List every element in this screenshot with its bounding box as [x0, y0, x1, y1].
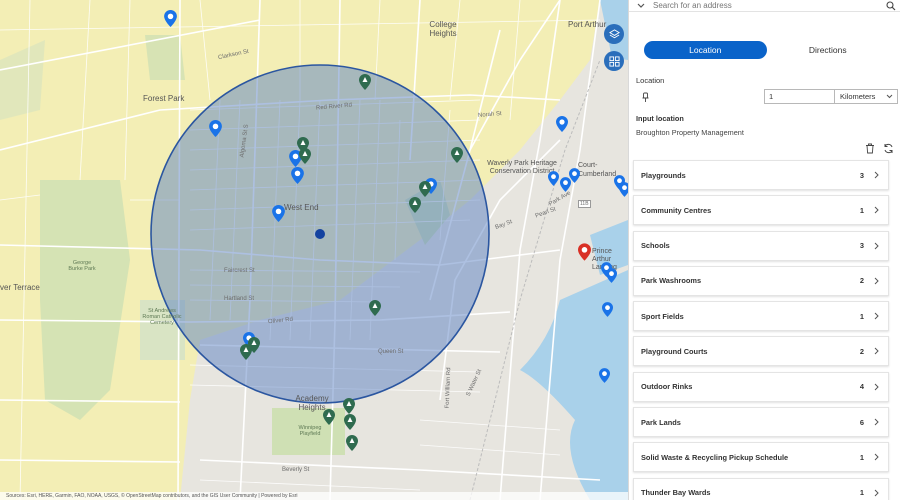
chevron-right-icon	[864, 242, 888, 250]
chevron-right-icon	[864, 418, 888, 426]
layers-button[interactable]	[604, 24, 624, 44]
unit-select[interactable]: Kilometers	[834, 89, 898, 104]
result-row-community-centres[interactable]: Community Centres 1	[633, 195, 889, 226]
tab-directions[interactable]: Directions	[767, 41, 890, 59]
search-icon	[886, 0, 896, 10]
tab-location[interactable]: Location	[644, 41, 767, 59]
grid-icon	[608, 55, 620, 67]
chevron-right-icon	[864, 453, 888, 461]
pick-location-button[interactable]	[641, 90, 650, 108]
unit-value: Kilometers	[840, 92, 876, 101]
trash-icon	[866, 143, 874, 154]
result-name: Schools	[641, 241, 670, 251]
pushpin-icon	[642, 92, 649, 102]
result-name: Park Lands	[641, 417, 681, 427]
result-count: 1	[859, 205, 864, 215]
result-row-solid-waste[interactable]: Solid Waste & Recycling Pickup Schedule 1	[633, 442, 889, 473]
map-view[interactable]: Forest Park College Heights Port Arthur …	[0, 0, 628, 500]
result-count: 2	[859, 276, 864, 286]
result-count: 3	[859, 241, 864, 251]
result-row-playground-courts[interactable]: Playground Courts 2	[633, 336, 889, 367]
result-name: Thunder Bay Wards	[641, 488, 711, 498]
chevron-right-icon	[864, 171, 888, 179]
clear-button[interactable]	[865, 141, 875, 159]
result-count: 4	[859, 382, 864, 392]
location-label: Location	[636, 76, 665, 85]
green-pins	[240, 74, 463, 451]
map-attribution: Sources: Esri, HERE, Garmin, FAO, NOAA, …	[0, 492, 628, 500]
map-pin-green	[359, 74, 371, 90]
result-name: Solid Waste & Recycling Pickup Schedule	[641, 452, 789, 462]
result-name: Outdoor Rinks	[641, 382, 693, 392]
result-name: Community Centres	[641, 205, 712, 215]
refresh-button[interactable]	[883, 141, 894, 159]
search-button[interactable]	[881, 0, 900, 11]
app-window: Forest Park College Heights Port Arthur …	[0, 0, 900, 500]
result-row-schools[interactable]: Schools 3	[633, 230, 889, 261]
result-count: 1	[859, 452, 864, 462]
result-name: Park Washrooms	[641, 276, 702, 286]
map-pins-layer	[164, 10, 628, 451]
chevron-right-icon	[864, 383, 888, 391]
result-row-playgrounds[interactable]: Playgrounds 3	[633, 160, 889, 190]
chevron-down-icon	[637, 3, 645, 8]
address-search-input[interactable]	[653, 1, 881, 10]
side-panel: Location Directions Location 1 ▲▼ Kilome…	[628, 0, 900, 500]
blue-pins	[164, 10, 628, 383]
map-pin-blue	[164, 10, 177, 27]
mode-tabs: Location Directions	[644, 41, 889, 59]
result-count: 3	[859, 170, 864, 180]
result-count: 2	[859, 346, 864, 356]
result-count: 1	[859, 311, 864, 321]
result-row-park-washrooms[interactable]: Park Washrooms 2	[633, 265, 889, 296]
map-pin-red	[578, 243, 591, 261]
result-row-wards[interactable]: Thunder Bay Wards 1	[633, 477, 889, 500]
chevron-right-icon	[864, 312, 888, 320]
result-count: 6	[859, 417, 864, 427]
result-row-sport-fields[interactable]: Sport Fields 1	[633, 301, 889, 332]
result-count: 1	[859, 488, 864, 498]
address-search-bar	[629, 0, 900, 12]
collapse-button[interactable]	[629, 3, 653, 9]
results-list: Playgrounds 3 Community Centres 1 Schools 3…	[633, 160, 889, 500]
layers-icon	[608, 28, 620, 38]
chevron-right-icon	[864, 347, 888, 355]
result-row-park-lands[interactable]: Park Lands 6	[633, 407, 889, 438]
result-row-outdoor-rinks[interactable]: Outdoor Rinks 4	[633, 371, 889, 402]
result-name: Playground Courts	[641, 346, 708, 356]
chevron-right-icon	[864, 277, 888, 285]
chevron-right-icon	[864, 206, 888, 214]
input-location-label: Input location	[636, 114, 684, 123]
basemap-gallery-button[interactable]	[604, 51, 624, 71]
distance-value: 1	[769, 92, 774, 101]
input-location-value: Broughton Property Management	[636, 128, 744, 137]
chevron-down-icon	[886, 94, 893, 99]
refresh-icon	[884, 143, 893, 154]
chevron-right-icon	[864, 489, 888, 497]
result-name: Sport Fields	[641, 311, 684, 321]
result-name: Playgrounds	[641, 170, 686, 180]
